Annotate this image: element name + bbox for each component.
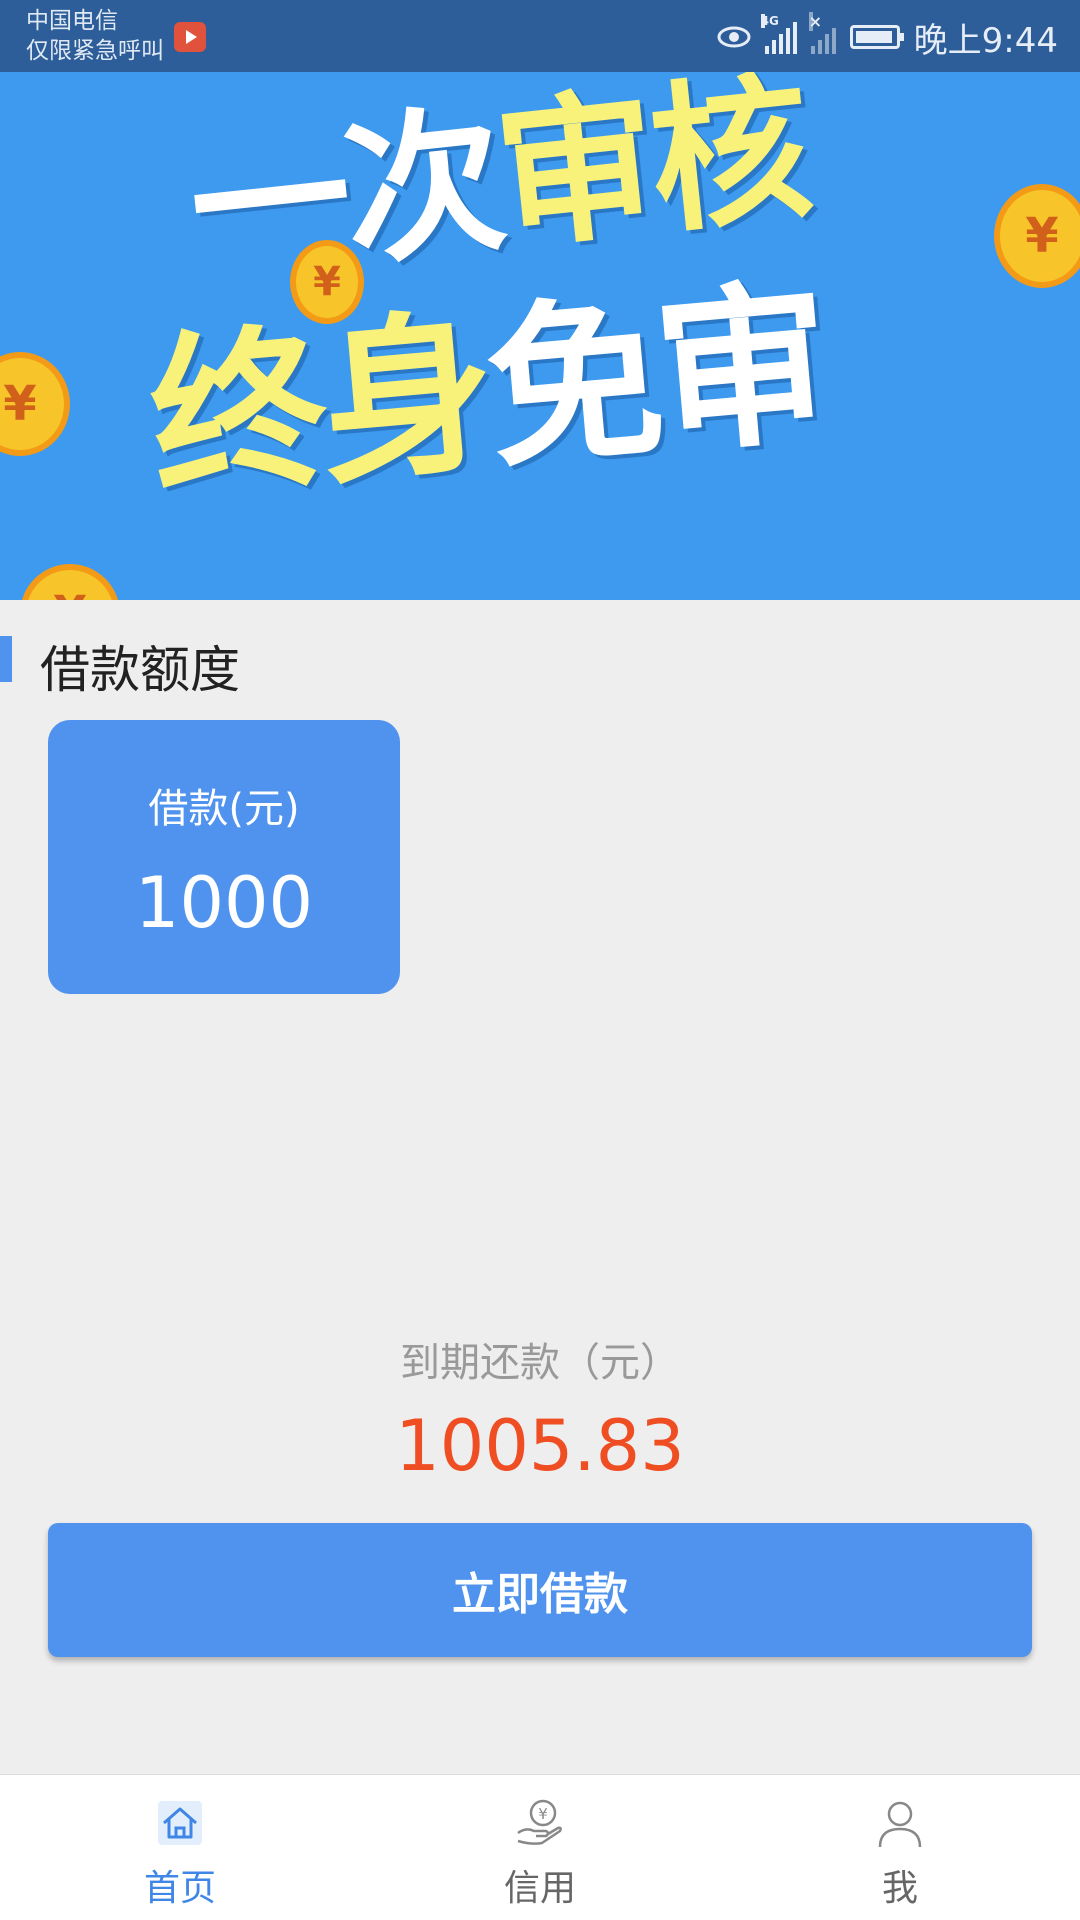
video-app-notification-icon (174, 22, 206, 52)
network-type-label: 4G (760, 14, 779, 28)
battery-icon (849, 25, 904, 49)
nav-label-me: 我 (881, 1868, 918, 1909)
carrier-name: 中国电信 (26, 8, 118, 34)
credit-hand-icon: ¥ (517, 1799, 562, 1845)
borrow-now-button[interactable]: 立即借款 (48, 1523, 1032, 1657)
banner-text-yellow: 终身 (142, 291, 497, 524)
signal-strength-icon: 4G (760, 14, 797, 54)
promo-banner[interactable]: ¥ ¥ ¥ ¥ 一次审核 终身免审 (0, 72, 1080, 600)
app-screen: 中国电信 仅限紧急呼叫 4G × 晚上9:44 ¥ ¥ ¥ ¥ (0, 0, 1080, 1920)
status-bar: 中国电信 仅限紧急呼叫 4G × 晚上9:44 (0, 0, 1080, 72)
coin-icon: ¥ (994, 184, 1080, 288)
coin-icon: ¥ (0, 352, 70, 456)
nav-item-home[interactable]: 首页 (0, 1775, 360, 1920)
coin-icon: ¥ (20, 564, 120, 600)
nav-label-credit: 信用 (503, 1868, 576, 1909)
carrier-info: 中国电信 仅限紧急呼叫 (26, 6, 164, 66)
loan-amount-label: 借款(元) (148, 786, 300, 832)
nav-label-home: 首页 (143, 1868, 216, 1909)
loan-amount-value: 1000 (134, 862, 314, 944)
emergency-only-text: 仅限紧急呼叫 (26, 38, 164, 64)
section-accent-bar (0, 636, 12, 682)
section-title: 借款额度 (40, 641, 240, 699)
bottom-nav: 首页 ¥ 信用 我 (0, 1774, 1080, 1920)
svg-text:¥: ¥ (538, 1805, 548, 1823)
no-signal-icon: × (808, 12, 836, 54)
banner-text-white: 免审 (479, 262, 834, 495)
status-icons: 4G × 晚上9:44 (717, 12, 1058, 61)
due-repayment-label: 到期还款（元） (400, 1340, 680, 1386)
home-icon (158, 1801, 202, 1845)
status-time: 晚上9:44 (913, 20, 1058, 61)
nav-item-credit[interactable]: ¥ 信用 (360, 1775, 720, 1920)
loan-amount-option[interactable]: 借款(元) 1000 (48, 720, 400, 994)
nav-item-me[interactable]: 我 (720, 1775, 1080, 1920)
eye-comfort-icon (717, 26, 751, 48)
due-repayment-amount: 1005.83 (395, 1405, 685, 1487)
user-icon (878, 1801, 922, 1848)
